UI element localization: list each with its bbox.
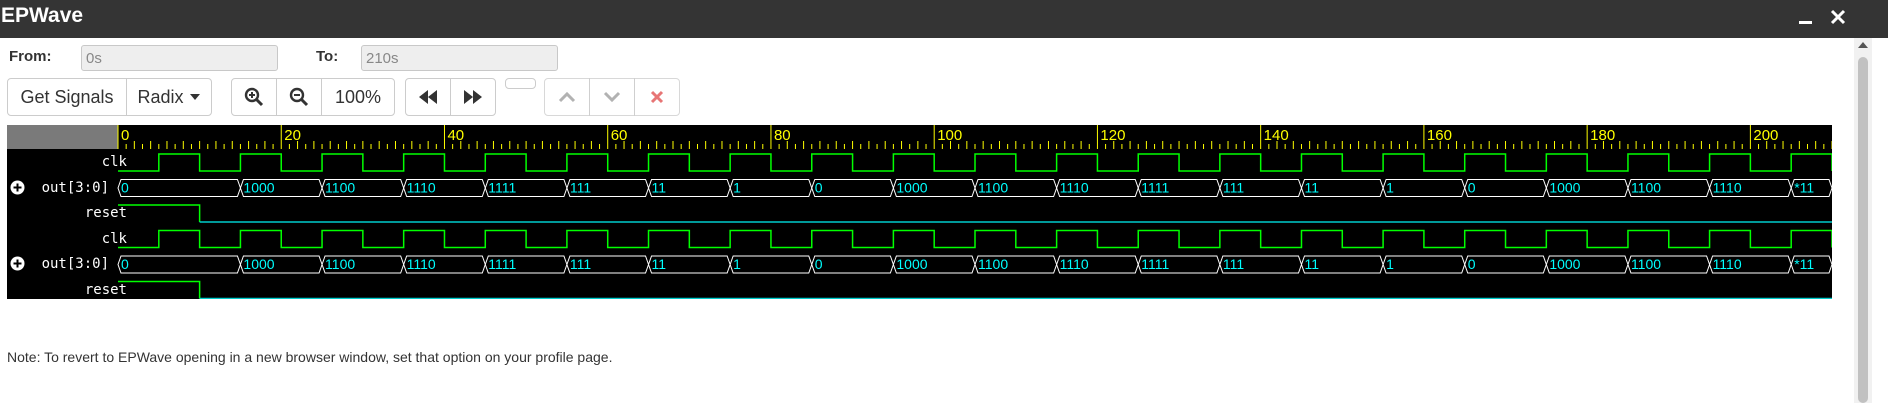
bus-value-label: 1100: [325, 180, 355, 196]
bus-value-label: 1111: [1141, 180, 1169, 196]
reset-high-segment: [118, 204, 201, 222]
bus-value-label: 11: [652, 180, 667, 196]
bus-value-label: 111: [570, 256, 591, 272]
move-down-button[interactable]: [589, 78, 635, 116]
vertical-scrollbar[interactable]: [1854, 38, 1872, 403]
bus-value-label: 0: [815, 180, 823, 196]
chevron-down-icon: [603, 91, 621, 103]
waveform-panel[interactable]: 0 20 40 60 80 100 120 140 160 180 200 clk out[3:0] r…: [7, 125, 1832, 299]
bus-value-label: *11: [1794, 180, 1814, 196]
bus-value-label: 0: [1468, 180, 1476, 196]
note-text: Note: To revert to EPWave opening in a n…: [7, 349, 613, 365]
fast-forward-icon: [464, 90, 482, 104]
bus-value-label: 1100: [1631, 180, 1661, 196]
bus-segment: [117, 179, 241, 197]
clock-waveform: [118, 153, 1832, 172]
rewind-button[interactable]: [405, 78, 451, 116]
bus-segment: [1464, 255, 1547, 274]
bus-value-label: 1000: [896, 256, 927, 272]
bus-segment: [1464, 179, 1547, 197]
bus-value-label: 0: [1468, 256, 1476, 272]
zoom-in-button[interactable]: [231, 78, 277, 116]
bus-value-label: 11: [1304, 180, 1319, 196]
bus-value-label: 1000: [1549, 256, 1580, 272]
bus-segment: [811, 179, 894, 197]
bus-value-label: 1110: [1713, 256, 1742, 272]
get-signals-button[interactable]: Get Signals: [7, 78, 127, 116]
bus-value-label: 1100: [978, 180, 1008, 196]
to-field[interactable]: 210s: [361, 45, 558, 71]
title-bar: EPWave: [0, 0, 1888, 38]
to-label: To:: [316, 48, 339, 65]
bus-value-label: 1100: [1631, 256, 1661, 272]
app-title: EPWave: [1, 4, 84, 27]
bus-value-label: 1000: [243, 180, 274, 196]
fast-backward-icon: [419, 90, 437, 104]
bus-value-label: 11: [652, 256, 667, 272]
bus-value-label: 1100: [325, 256, 355, 272]
get-signals-label: Get Signals: [20, 86, 114, 107]
from-label: From:: [9, 48, 52, 65]
bus-value-label: 0: [121, 256, 129, 272]
bus-value-label: 1100: [978, 256, 1008, 272]
bus-value-label: 111: [570, 180, 591, 196]
zoom-out-icon: [289, 87, 309, 107]
bus-value-label: 11: [1304, 256, 1319, 272]
scroll-up-icon[interactable]: [1858, 42, 1868, 48]
zoom-level-label: 100%: [334, 86, 382, 107]
bus-segment: [1382, 179, 1466, 197]
bus-value-label: 1: [733, 256, 741, 272]
bus-value-label: 1111: [1141, 256, 1169, 272]
bus-value-label: 1110: [407, 180, 436, 196]
scroll-thumb[interactable]: [1858, 57, 1868, 403]
zoom-in-icon: [244, 87, 264, 107]
bus-value-label: 1: [733, 180, 741, 196]
zoom-level-button[interactable]: 100%: [321, 78, 395, 116]
radix-dropdown[interactable]: Radix: [126, 78, 212, 116]
from-field[interactable]: 0s: [81, 45, 278, 71]
fast-forward-button[interactable]: [450, 78, 496, 116]
bus-value-label: 1: [1386, 180, 1394, 196]
caret-down-icon: [189, 94, 200, 100]
empty-button[interactable]: [505, 78, 536, 89]
bus-value-label: 1000: [896, 180, 927, 196]
bus-value-label: 1111: [488, 256, 516, 272]
bus-segment: [1382, 255, 1466, 274]
bus-value-label: 111: [1223, 256, 1244, 272]
bus-segment: [811, 255, 894, 274]
bus-value-label: 1111: [488, 180, 516, 196]
bus-segment: [117, 255, 241, 274]
bus-value-label: 1: [1386, 256, 1394, 272]
bus-value-label: 0: [121, 180, 129, 196]
bus-value-label: *11: [1794, 256, 1814, 272]
bus-value-label: 1110: [1713, 180, 1742, 196]
clock-waveform: [118, 229, 1832, 249]
close-icon: [1830, 9, 1846, 25]
reset-high-segment: [118, 280, 201, 299]
bus-value-label: 1110: [1060, 256, 1089, 272]
remove-icon: [650, 90, 664, 104]
waveform-canvas[interactable]: 0 1000 1100 1110 1111 111 11 1 0 1000 1100 1110 1111…: [7, 125, 1832, 299]
radix-label: Radix: [137, 86, 184, 107]
minimize-icon: [1799, 21, 1812, 24]
bus-segment: [729, 255, 813, 274]
bus-value-label: 1110: [407, 256, 436, 272]
move-up-button[interactable]: [544, 78, 590, 116]
bus-value-label: 0: [815, 256, 823, 272]
bus-value-label: 1000: [243, 256, 274, 272]
minimize-button[interactable]: [1796, 8, 1816, 28]
bus-value-label: 111: [1223, 180, 1244, 196]
remove-signal-button[interactable]: [634, 78, 680, 116]
zoom-out-button[interactable]: [276, 78, 322, 116]
close-button[interactable]: [1829, 8, 1849, 28]
bus-value-label: 1110: [1060, 180, 1089, 196]
chevron-up-icon: [558, 91, 576, 103]
bus-value-label: 1000: [1549, 180, 1580, 196]
bus-segment: [729, 179, 813, 197]
